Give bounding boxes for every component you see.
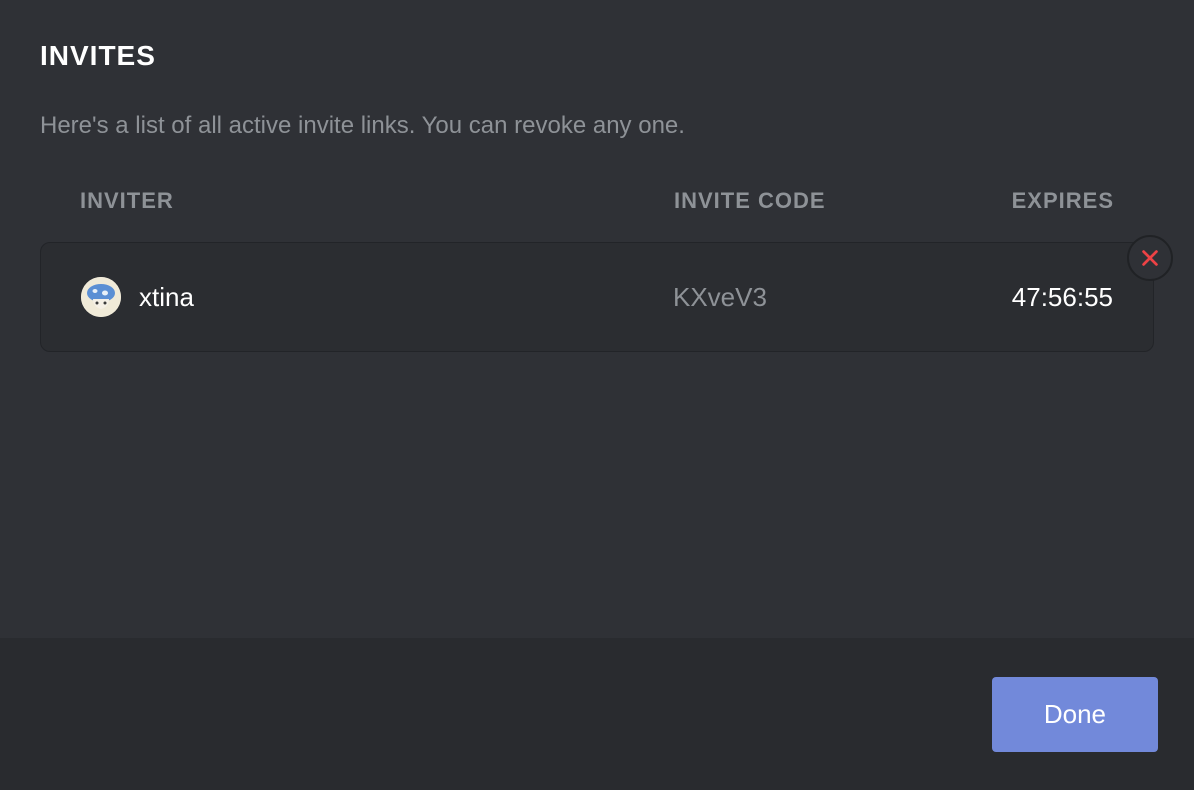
close-icon [1139,247,1161,269]
column-header-expires: EXPIRES [954,188,1114,214]
inviter-cell: xtina [81,277,673,317]
revoke-invite-button[interactable] [1127,235,1173,281]
inviter-name: xtina [139,282,194,313]
done-button[interactable]: Done [992,677,1158,752]
column-header-inviter: INVITER [80,188,674,214]
invite-code: KXveV3 [673,282,953,313]
page-description: Here's a list of all active invite links… [40,112,1154,140]
dialog-footer: Done [0,638,1194,790]
avatar [81,277,121,317]
mushroom-avatar-icon [81,277,121,317]
invites-panel: INVITES Here's a list of all active invi… [0,0,1194,640]
page-title: INVITES [40,40,1154,72]
table-header: INVITER INVITE CODE EXPIRES [40,188,1154,214]
invite-row[interactable]: xtina KXveV3 47:56:55 [40,242,1154,352]
expires-time: 47:56:55 [953,282,1113,313]
column-header-invite-code: INVITE CODE [674,188,954,214]
